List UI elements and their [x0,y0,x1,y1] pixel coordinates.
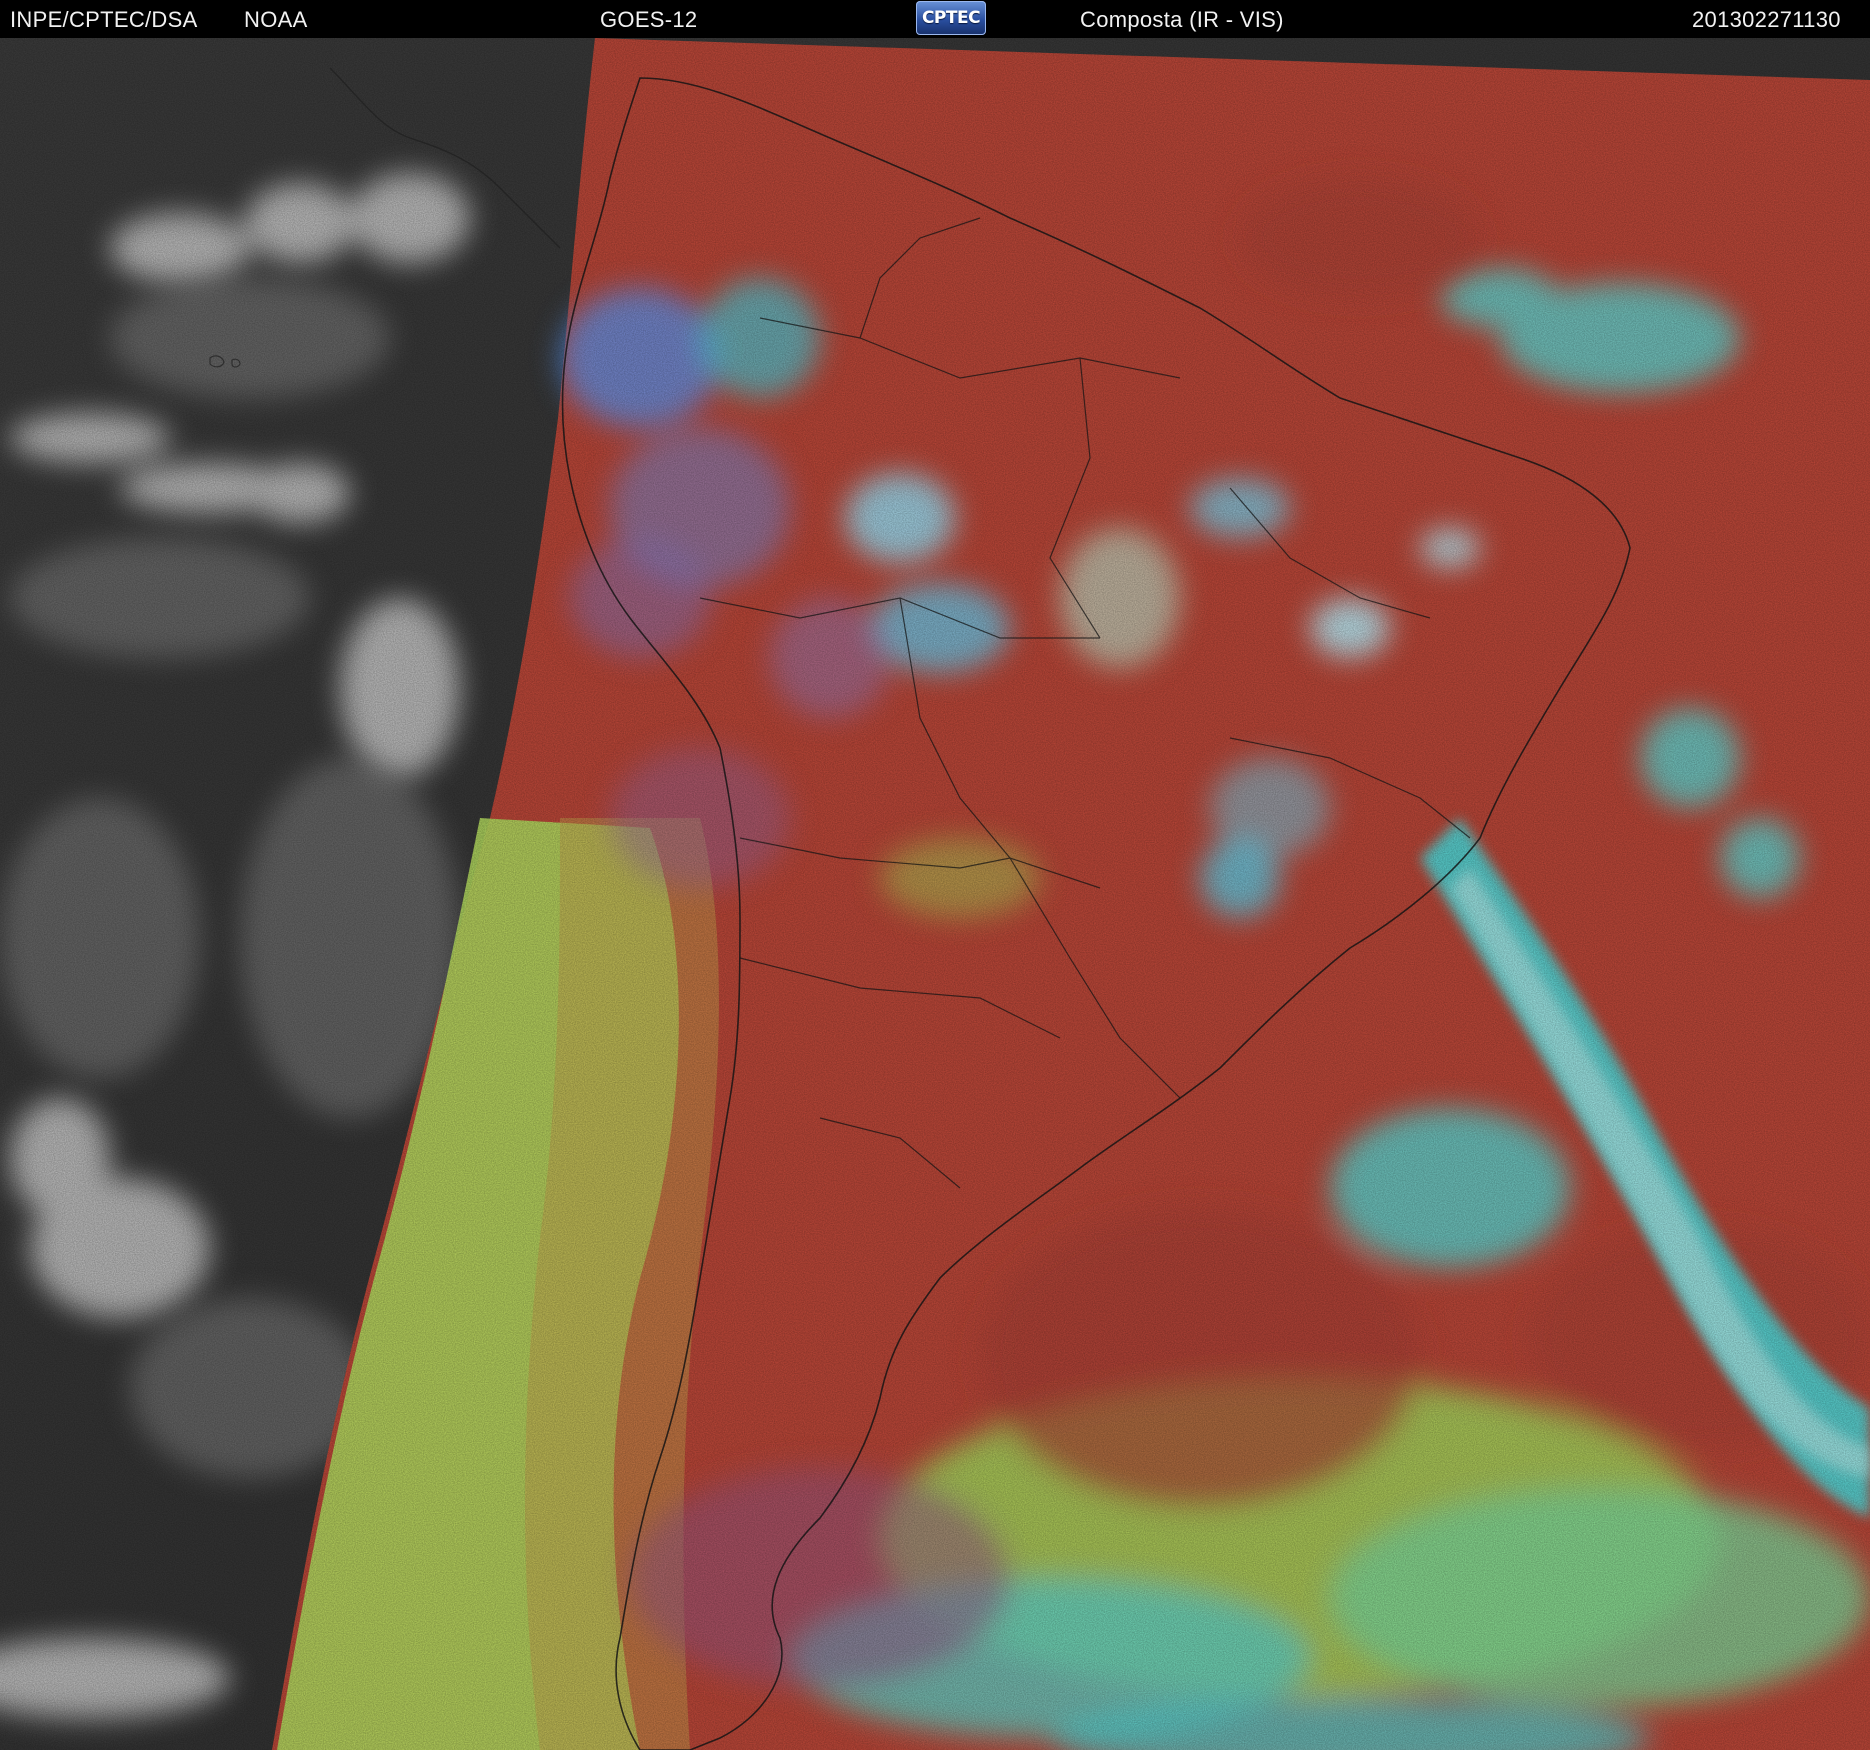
satellite-image-viewer: INPE/CPTEC/DSA NOAA GOES-12 CPTEC Compos… [0,0,1870,1750]
source-label: INPE/CPTEC/DSA [10,7,198,32]
timestamp-label: 201302271130 [1692,7,1841,32]
image-header-bar: INPE/CPTEC/DSA NOAA GOES-12 CPTEC Compos… [0,0,1870,38]
agency-label: NOAA [244,7,308,32]
satellite-composite-map [0,38,1870,1750]
cptec-logo: CPTEC [916,1,986,35]
cptec-logo-text: CPTEC [921,8,981,28]
satellite-label: GOES-12 [600,7,698,32]
image-grain [0,38,1870,1750]
product-label: Composta (IR - VIS) [1080,7,1284,32]
